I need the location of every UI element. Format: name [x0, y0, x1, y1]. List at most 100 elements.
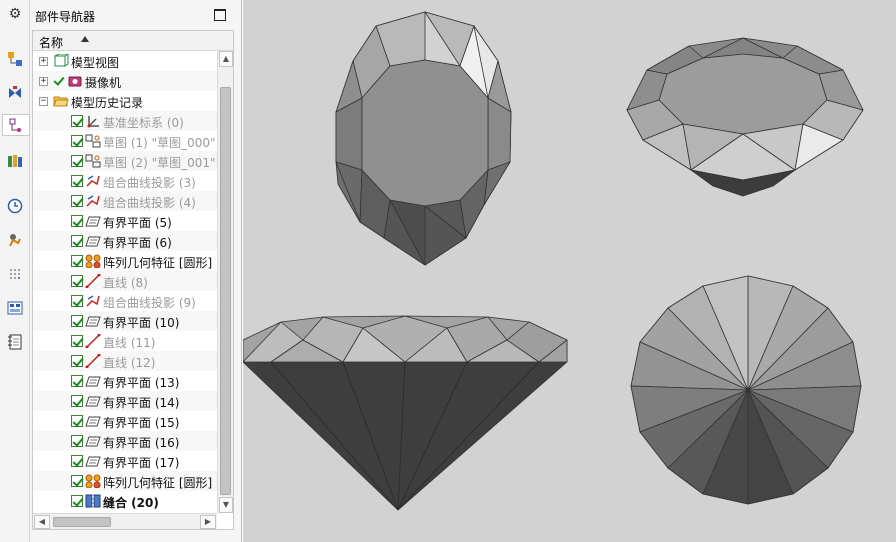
tree-row[interactable]: 直线 (12)	[33, 351, 217, 371]
part-navigator: 部件导航器 名称 + 模型视图 + 摄像机 − 模型历史记录 基准坐标系 (0) 草图 (1)…	[30, 0, 242, 542]
tree-row[interactable]: 阵列几何特征 [圆形]	[33, 471, 217, 491]
tree-item-label: 有界平面 (17)	[103, 456, 180, 470]
bounded-plane-icon	[85, 454, 101, 468]
visibility-checkbox[interactable]	[71, 155, 83, 167]
tree-row[interactable]: 有界平面 (13)	[33, 371, 217, 391]
tree-item-label: 基准坐标系 (0)	[103, 116, 184, 130]
visibility-checkbox[interactable]	[71, 435, 83, 447]
column-name-label: 名称	[39, 36, 64, 50]
reuse-library-icon[interactable]	[4, 150, 26, 172]
visibility-checkbox[interactable]	[71, 335, 83, 347]
manufacturing-wizard-icon[interactable]	[4, 263, 26, 285]
vertical-scroll-thumb[interactable]	[220, 87, 231, 495]
perspective-view	[626, 37, 864, 197]
navigator-tree: 名称 + 模型视图 + 摄像机 − 模型历史记录基准坐标系 (0) 草图 (1) "草图_0…	[32, 30, 234, 530]
tree-item-label: 组合曲线投影 (4)	[103, 196, 196, 210]
line-icon	[85, 333, 101, 349]
tree-row[interactable]: 有界平面 (5)	[33, 211, 217, 231]
horizontal-scrollbar[interactable]: ◀ ▶	[33, 513, 217, 529]
visibility-checkbox[interactable]	[71, 275, 83, 287]
sketch-icon	[85, 154, 101, 168]
tree-item-label: 模型视图	[71, 56, 120, 70]
column-header-name[interactable]: 名称	[33, 31, 233, 51]
line-icon	[85, 353, 101, 369]
scroll-left-icon[interactable]: ◀	[34, 515, 50, 529]
expand-icon[interactable]: +	[39, 77, 48, 86]
constraint-navigator-icon[interactable]	[4, 82, 26, 104]
process-studio-icon[interactable]	[4, 229, 26, 251]
system-materials-icon[interactable]	[4, 331, 26, 353]
resource-bar: ⚙	[0, 0, 30, 542]
pattern-geometry-icon	[85, 474, 101, 489]
visibility-checkbox[interactable]	[71, 495, 83, 507]
pattern-geometry-icon	[85, 254, 101, 269]
tree-row[interactable]: 有界平面 (6)	[33, 231, 217, 251]
datum-csys-icon	[85, 114, 101, 128]
bounded-plane-icon	[85, 434, 101, 448]
assembly-navigator-icon[interactable]	[4, 48, 26, 70]
sort-ascending-icon	[81, 36, 89, 42]
scroll-down-icon[interactable]: ▼	[219, 497, 233, 513]
scroll-up-icon[interactable]: ▲	[219, 51, 233, 67]
tree-row[interactable]: 有界平面 (17)	[33, 451, 217, 471]
visibility-checkbox[interactable]	[71, 415, 83, 427]
visibility-checkbox[interactable]	[71, 175, 83, 187]
tree-row[interactable]: + 模型视图	[33, 51, 217, 71]
tree-row[interactable]: 组合曲线投影 (9)	[33, 291, 217, 311]
history-icon[interactable]	[4, 195, 26, 217]
visibility-checkbox[interactable]	[71, 475, 83, 487]
tree-row[interactable]: 草图 (2) "草图_001"	[33, 151, 217, 171]
tree-row[interactable]: 组合曲线投影 (3)	[33, 171, 217, 191]
part-navigator-icon[interactable]	[2, 114, 30, 136]
scroll-right-icon[interactable]: ▶	[200, 515, 216, 529]
diamond-views	[243, 11, 864, 511]
tree-row[interactable]: 有界平面 (15)	[33, 411, 217, 431]
tree-item-label: 组合曲线投影 (3)	[103, 176, 196, 190]
horizontal-scroll-thumb[interactable]	[53, 517, 111, 527]
tree-row[interactable]: 有界平面 (16)	[33, 431, 217, 451]
roles-icon[interactable]	[4, 297, 26, 319]
visibility-checkbox[interactable]	[71, 395, 83, 407]
maximize-icon[interactable]	[214, 9, 226, 21]
bounded-plane-icon	[85, 234, 101, 248]
gear-icon[interactable]: ⚙	[4, 3, 26, 25]
graphics-viewport[interactable]	[243, 0, 896, 542]
tree-row[interactable]: 有界平面 (14)	[33, 391, 217, 411]
visibility-checkbox[interactable]	[71, 295, 83, 307]
visibility-checkbox[interactable]	[71, 355, 83, 367]
visibility-checkbox[interactable]	[71, 315, 83, 327]
visibility-checkbox[interactable]	[71, 235, 83, 247]
tree-row[interactable]: + 摄像机	[33, 71, 217, 91]
visibility-checkbox[interactable]	[71, 115, 83, 127]
tree-row[interactable]: 组合曲线投影 (4)	[33, 191, 217, 211]
expand-icon[interactable]: +	[39, 57, 48, 66]
visibility-checkbox[interactable]	[53, 75, 65, 87]
bounded-plane-icon	[85, 394, 101, 408]
visibility-checkbox[interactable]	[71, 455, 83, 467]
tree-row[interactable]: 基准坐标系 (0)	[33, 111, 217, 131]
visibility-checkbox[interactable]	[71, 255, 83, 267]
bounded-plane-icon	[85, 374, 101, 388]
tree-item-label: 直线 (11)	[103, 336, 156, 350]
visibility-checkbox[interactable]	[71, 195, 83, 207]
tree-row[interactable]: 阵列几何特征 [圆形]	[33, 251, 217, 271]
tree-row[interactable]: 缝合 (20)	[33, 491, 217, 511]
bounded-plane-icon	[85, 414, 101, 428]
bottom-view	[630, 275, 862, 505]
tree-item-label: 摄像机	[85, 76, 122, 90]
combined-projection-icon	[85, 294, 101, 308]
top-view	[335, 11, 512, 266]
vertical-scrollbar[interactable]: ▲ ▼	[217, 51, 233, 513]
side-view	[243, 315, 568, 511]
visibility-checkbox[interactable]	[71, 215, 83, 227]
visibility-checkbox[interactable]	[71, 135, 83, 147]
tree-row[interactable]: 直线 (11)	[33, 331, 217, 351]
bounded-plane-icon	[85, 314, 101, 328]
tree-item-label: 有界平面 (10)	[103, 316, 180, 330]
tree-row[interactable]: 有界平面 (10)	[33, 311, 217, 331]
tree-row[interactable]: 直线 (8)	[33, 271, 217, 291]
collapse-icon[interactable]: −	[39, 97, 48, 106]
visibility-checkbox[interactable]	[71, 375, 83, 387]
tree-row[interactable]: 草图 (1) "草图_000"	[33, 131, 217, 151]
tree-row[interactable]: − 模型历史记录	[33, 91, 217, 111]
